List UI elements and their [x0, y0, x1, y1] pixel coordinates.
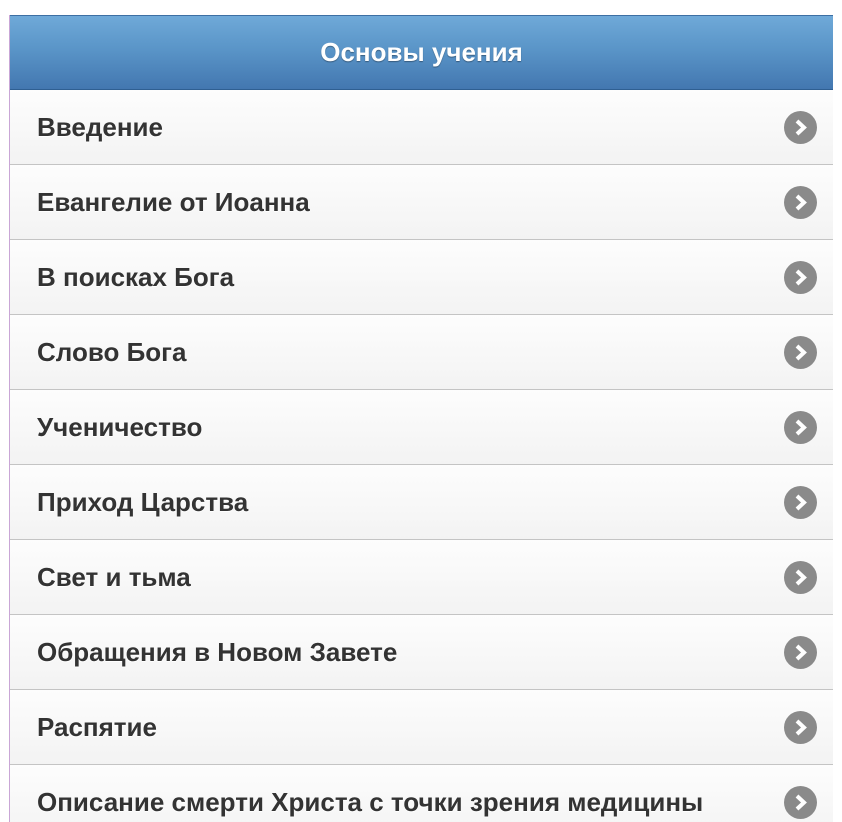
chevron-right-icon [784, 111, 817, 144]
list-item-label: В поисках Бога [37, 261, 235, 292]
list-item-seeking-god[interactable]: В поисках Бога [10, 240, 833, 315]
menu-list: Введение Евангелие от Иоанна В поисках Б… [10, 90, 833, 822]
list-item-word-of-god[interactable]: Слово Бога [10, 315, 833, 390]
list-item-label: Ученичество [37, 411, 203, 442]
page-title: Основы учения [320, 37, 523, 67]
list-item-label: Введение [37, 111, 163, 142]
page: Основы учения Введение Евангелие от Иоан… [9, 15, 833, 822]
list-item-crucifixion[interactable]: Распятие [10, 690, 833, 765]
chevron-right-icon [784, 411, 817, 444]
list-item-discipleship[interactable]: Ученичество [10, 390, 833, 465]
list-item-medical-death[interactable]: Описание смерти Христа с точки зрения ме… [10, 765, 833, 822]
chevron-right-icon [784, 561, 817, 594]
list-item-label: Евангелие от Иоанна [37, 186, 310, 217]
list-item-label: Слово Бога [37, 336, 187, 367]
list-item-conversions-nt[interactable]: Обращения в Новом Завете [10, 615, 833, 690]
chevron-right-icon [784, 261, 817, 294]
header-bar: Основы учения [10, 15, 833, 90]
list-item-label: Свет и тьма [37, 561, 191, 592]
chevron-right-icon [784, 786, 817, 819]
list-item-label: Приход Царства [37, 486, 249, 517]
list-item-label: Распятие [37, 711, 157, 742]
chevron-right-icon [784, 486, 817, 519]
list-item-gospel-of-john[interactable]: Евангелие от Иоанна [10, 165, 833, 240]
list-item-introduction[interactable]: Введение [10, 90, 833, 165]
list-item-light-and-darkness[interactable]: Свет и тьма [10, 540, 833, 615]
chevron-right-icon [784, 636, 817, 669]
chevron-right-icon [784, 336, 817, 369]
list-item-label: Обращения в Новом Завете [37, 636, 398, 667]
list-item-label: Описание смерти Христа с точки зрения ме… [37, 786, 704, 817]
chevron-right-icon [784, 711, 817, 744]
list-item-coming-kingdom[interactable]: Приход Царства [10, 465, 833, 540]
chevron-right-icon [784, 186, 817, 219]
